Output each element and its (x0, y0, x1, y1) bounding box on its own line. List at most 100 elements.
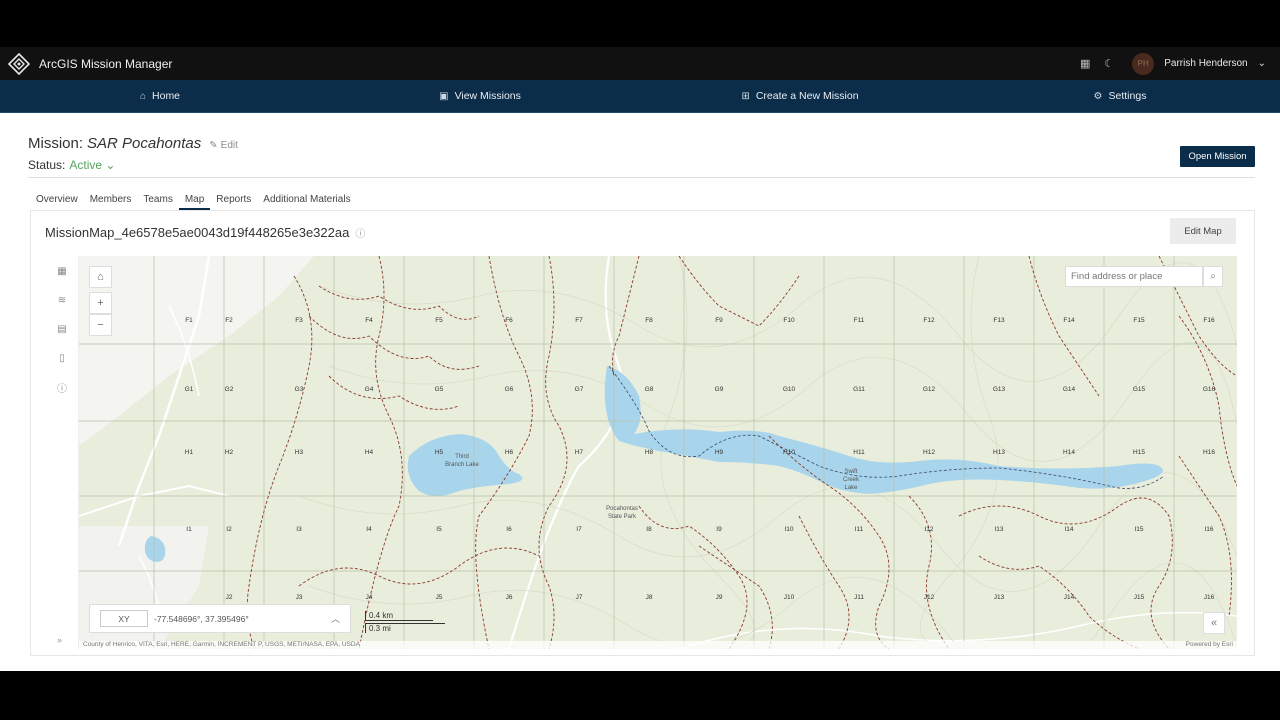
status-value: Active (69, 158, 103, 172)
double-chevron-left-icon: « (1210, 617, 1218, 629)
nav-home-label: Home (152, 90, 181, 102)
dark-mode-moon-icon[interactable]: ☾ (1102, 57, 1116, 71)
home-icon: ⌂ (97, 271, 104, 283)
tab-reports[interactable]: Reports (210, 191, 257, 210)
grid-cell-label: J6 (506, 594, 513, 601)
grid-cell-label: I3 (296, 526, 302, 533)
grid-cell-label: H7 (575, 449, 584, 456)
main-content: Mission: SAR Pocahontas ✎ Edit Status: A… (0, 113, 1280, 671)
nav-settings[interactable]: ⚙ Settings (960, 80, 1280, 112)
main-nav: ⌂ Home ▣ View Missions ⊞ Create a New Mi… (0, 80, 1280, 113)
grid-cell-label: G9 (715, 386, 724, 393)
map-search-button[interactable]: ⌕ (1203, 266, 1223, 287)
grid-apps-icon[interactable]: ▦ (55, 264, 69, 278)
basemap-gallery-icon[interactable]: ▤ (55, 322, 69, 336)
grid-cell-label: G12 (923, 386, 936, 393)
chevron-up-icon[interactable]: ︿ (331, 612, 340, 625)
tab-map[interactable]: Map (178, 191, 211, 210)
divider (28, 177, 1255, 178)
map-canvas[interactable]: F1 F2 F3 F4 F5 F6 F7 F8 F9 F10 F11 F12 F13 F14 F15 F16 G… (79, 256, 1237, 649)
map-view[interactable]: F1 F2 F3 F4 F5 F6 F7 F8 F9 F10 F11 F12 F13 F14 F15 F16 G… (79, 256, 1237, 649)
qr-code-icon[interactable]: ▦ (1078, 57, 1092, 71)
grid-cell-label: J8 (646, 594, 653, 601)
grid-cell-label: I11 (855, 526, 864, 533)
grid-cell-label: H16 (1203, 449, 1215, 456)
grid-cell-label: F9 (715, 317, 723, 324)
grid-cell-label: G8 (645, 386, 654, 393)
info-circle-icon[interactable]: ⓘ (55, 380, 69, 395)
expand-chevrons-icon[interactable]: » (57, 635, 62, 645)
scale-mi: 0.3 mi (365, 623, 445, 633)
zoom-out-button[interactable]: − (89, 314, 112, 336)
app-header: ArcGIS Mission Manager ▦ ☾ PH Parrish He… (0, 47, 1280, 80)
grid-cell-label: F1 (185, 317, 193, 324)
grid-cell-label: G15 (1133, 386, 1146, 393)
collapse-panel-button[interactable]: « (1203, 612, 1225, 634)
map-search-input[interactable]: Find address or place (1065, 266, 1203, 287)
plus-square-icon: ⊞ (741, 90, 750, 102)
place-label-third-branch-lake-1: Third (455, 454, 469, 460)
grid-cell-label: H14 (1063, 449, 1075, 456)
grid-cell-label: F12 (923, 317, 935, 324)
map-attribution: County of Henrico, VITA, Esri, HERE, Gar… (79, 641, 1237, 649)
zoom-in-button[interactable]: + (89, 292, 112, 314)
chevron-down-icon: ⌄ (105, 158, 116, 172)
grid-cell-label: I14 (1064, 526, 1073, 533)
grid-cell-label: I9 (716, 526, 722, 533)
grid-cell-label: F8 (645, 317, 653, 324)
grid-cell-label: J9 (716, 594, 723, 601)
nav-home[interactable]: ⌂ Home (0, 80, 320, 112)
avatar[interactable]: PH (1132, 52, 1155, 75)
nav-create-mission[interactable]: ⊞ Create a New Mission (640, 80, 960, 112)
grid-cell-label: J15 (1134, 594, 1145, 601)
grid-cell-label: I16 (1204, 526, 1213, 533)
grid-cell-label: F3 (295, 317, 303, 324)
edit-map-button[interactable]: Edit Map (1170, 218, 1236, 244)
grid-cell-label: J14 (1064, 594, 1075, 601)
grid-cell-label: F11 (854, 317, 865, 324)
grid-cell-label: H8 (645, 449, 654, 456)
grid-cell-label: G7 (575, 386, 584, 393)
grid-cell-label: G11 (853, 386, 865, 393)
tab-additional-materials[interactable]: Additional Materials (257, 191, 356, 210)
grid-cell-label: I15 (1134, 526, 1143, 533)
grid-cell-label: F6 (505, 317, 513, 324)
brand[interactable]: ArcGIS Mission Manager (8, 52, 173, 75)
tab-members[interactable]: Members (84, 191, 138, 210)
map-home-button[interactable]: ⌂ (89, 266, 112, 288)
powered-by-esri[interactable]: Powered by Esri (1186, 641, 1233, 649)
grid-cell-label: I4 (366, 526, 372, 533)
tab-teams[interactable]: Teams (137, 191, 178, 210)
grid-cell-label: H2 (225, 449, 234, 456)
plus-icon: + (97, 297, 104, 309)
status-dropdown[interactable]: Active ⌄ (69, 158, 115, 172)
nav-view-missions[interactable]: ▣ View Missions (320, 80, 640, 112)
bookmark-icon[interactable]: ▯ (55, 351, 69, 365)
grid-cell-label: I2 (226, 526, 232, 533)
user-menu-chevron-down-icon[interactable]: ⌄ (1258, 58, 1266, 69)
grid-cell-label: G1 (185, 386, 194, 393)
tab-overview[interactable]: Overview (30, 191, 84, 210)
layers-icon[interactable]: ≋ (55, 293, 69, 307)
grid-cell-label: J3 (296, 594, 303, 601)
user-name[interactable]: Parrish Henderson (1164, 58, 1247, 69)
info-icon[interactable]: ⓘ (355, 225, 365, 240)
grid-cell-label: F13 (993, 317, 1005, 324)
grid-cell-label: I5 (436, 526, 442, 533)
grid-cell-label: G16 (1203, 386, 1216, 393)
grid-cell-label: J7 (576, 594, 583, 601)
app-title: ArcGIS Mission Manager (39, 56, 173, 71)
search-icon: ⌕ (1210, 271, 1216, 282)
open-mission-button[interactable]: Open Mission (1180, 146, 1255, 167)
grid-cell-label: H1 (185, 449, 194, 456)
pencil-icon: ✎ (209, 140, 218, 151)
grid-cell-label: J12 (924, 594, 935, 601)
map-title-text: MissionMap_4e6578e5ae0043d19f448265e3e32… (45, 225, 350, 240)
map-panel: MissionMap_4e6578e5ae0043d19f448265e3e32… (30, 210, 1255, 656)
edit-mission-link[interactable]: ✎ Edit (209, 140, 238, 151)
grid-cell-label: I1 (186, 526, 192, 533)
grid-cell-label: G3 (295, 386, 304, 393)
coordinate-system-select[interactable]: XY (100, 610, 148, 627)
grid-cell-label: J11 (854, 594, 864, 601)
image-icon: ▣ (439, 90, 449, 102)
